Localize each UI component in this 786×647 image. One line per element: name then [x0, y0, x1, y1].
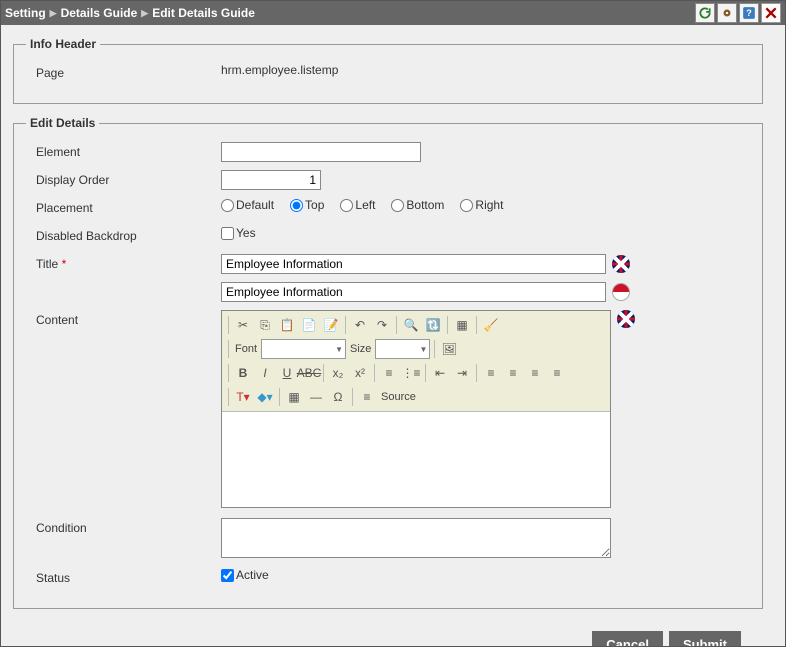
- title-label: Title *: [26, 254, 221, 271]
- condition-textarea[interactable]: [221, 518, 611, 558]
- underline-icon[interactable]: U: [277, 363, 297, 383]
- copy-icon[interactable]: ⎘: [255, 315, 275, 335]
- italic-icon[interactable]: I: [255, 363, 275, 383]
- dialog-window: Setting ▶ Details Guide ▶ Edit Details G…: [0, 0, 786, 647]
- special-char-icon[interactable]: Ω: [328, 387, 348, 407]
- undo-icon[interactable]: ↶: [350, 315, 370, 335]
- image-icon[interactable]: 🖼: [439, 339, 459, 359]
- source-label[interactable]: Source: [379, 391, 418, 403]
- placement-right-radio[interactable]: Right: [460, 198, 503, 212]
- display-order-label: Display Order: [26, 170, 221, 187]
- breadcrumb-item[interactable]: Setting: [5, 6, 46, 20]
- breadcrumb-item: Edit Details Guide: [152, 6, 255, 20]
- source-icon[interactable]: ≡: [357, 387, 377, 407]
- close-button[interactable]: [761, 3, 781, 23]
- submit-button[interactable]: Submit: [669, 631, 741, 646]
- align-justify-icon[interactable]: ≡: [547, 363, 567, 383]
- indent-icon[interactable]: ⇥: [452, 363, 472, 383]
- placement-top-radio[interactable]: Top: [290, 198, 324, 212]
- text-color-icon[interactable]: T▾: [233, 387, 253, 407]
- titlebar: Setting ▶ Details Guide ▶ Edit Details G…: [1, 1, 785, 25]
- placement-label: Placement: [26, 198, 221, 215]
- title-en-input[interactable]: [221, 254, 606, 274]
- table-icon[interactable]: ▦: [284, 387, 304, 407]
- chevron-right-icon: ▶: [50, 8, 57, 19]
- outdent-icon[interactable]: ⇤: [430, 363, 450, 383]
- placement-default-radio[interactable]: Default: [221, 198, 274, 212]
- breadcrumb-item[interactable]: Details Guide: [61, 6, 138, 20]
- refresh-button[interactable]: [695, 3, 715, 23]
- info-header-fieldset: Info Header Page hrm.employee.listemp: [13, 37, 763, 104]
- align-left-icon[interactable]: ≡: [481, 363, 501, 383]
- settings-button[interactable]: [717, 3, 737, 23]
- paste-text-icon[interactable]: 📄: [299, 315, 319, 335]
- breadcrumb: Setting ▶ Details Guide ▶ Edit Details G…: [5, 6, 255, 20]
- indonesia-flag-icon: [612, 283, 630, 301]
- remove-format-icon[interactable]: 🧹: [481, 315, 501, 335]
- select-all-icon[interactable]: ▦: [452, 315, 472, 335]
- paste-icon[interactable]: 📋: [277, 315, 297, 335]
- rich-text-editor: ✂ ⎘ 📋 📄 📝 ↶ ↷ 🔍 🔃: [221, 310, 611, 508]
- footer: Cancel Submit: [13, 621, 763, 646]
- size-label: Size: [348, 343, 373, 355]
- redo-icon[interactable]: ↷: [372, 315, 392, 335]
- uk-flag-icon: [617, 310, 635, 328]
- uk-flag-icon: [612, 255, 630, 273]
- disabled-backdrop-label: Disabled Backdrop: [26, 226, 221, 243]
- paste-word-icon[interactable]: 📝: [321, 315, 341, 335]
- ordered-list-icon[interactable]: ≡: [379, 363, 399, 383]
- font-select[interactable]: ▼: [261, 339, 346, 359]
- content-label: Content: [26, 310, 221, 327]
- find-icon[interactable]: 🔍: [401, 315, 421, 335]
- page-label: Page: [26, 63, 221, 80]
- fieldset-legend: Edit Details: [26, 116, 99, 130]
- unordered-list-icon[interactable]: ⋮≡: [401, 363, 421, 383]
- content-area: Info Header Page hrm.employee.listemp Ed…: [1, 25, 785, 646]
- edit-details-fieldset: Edit Details Element Display Order Place…: [13, 116, 763, 609]
- fieldset-legend: Info Header: [26, 37, 100, 51]
- title-id-input[interactable]: [221, 282, 606, 302]
- editor-toolbar: ✂ ⎘ 📋 📄 📝 ↶ ↷ 🔍 🔃: [222, 311, 610, 412]
- size-select[interactable]: ▼: [375, 339, 430, 359]
- help-button[interactable]: ?: [739, 3, 759, 23]
- align-center-icon[interactable]: ≡: [503, 363, 523, 383]
- element-input[interactable]: [221, 142, 421, 162]
- bold-icon[interactable]: B: [233, 363, 253, 383]
- chevron-right-icon: ▶: [141, 8, 148, 19]
- align-right-icon[interactable]: ≡: [525, 363, 545, 383]
- status-label: Status: [26, 568, 221, 585]
- strike-icon[interactable]: ABC: [299, 363, 319, 383]
- cut-icon[interactable]: ✂: [233, 315, 253, 335]
- placement-left-radio[interactable]: Left: [340, 198, 375, 212]
- display-order-input[interactable]: [221, 170, 321, 190]
- bg-color-icon[interactable]: ◆▾: [255, 387, 275, 407]
- condition-label: Condition: [26, 518, 221, 535]
- status-active-checkbox[interactable]: Active: [221, 568, 269, 582]
- element-label: Element: [26, 142, 221, 159]
- disabled-backdrop-checkbox[interactable]: Yes: [221, 226, 256, 240]
- font-label: Font: [233, 343, 259, 355]
- cancel-button[interactable]: Cancel: [592, 631, 663, 646]
- page-value: hrm.employee.listemp: [221, 63, 750, 77]
- placement-bottom-radio[interactable]: Bottom: [391, 198, 444, 212]
- editor-body[interactable]: [222, 412, 610, 507]
- replace-icon[interactable]: 🔃: [423, 315, 443, 335]
- subscript-icon[interactable]: x₂: [328, 363, 348, 383]
- titlebar-actions: ?: [695, 3, 781, 23]
- hr-icon[interactable]: —: [306, 387, 326, 407]
- superscript-icon[interactable]: x²: [350, 363, 370, 383]
- svg-text:?: ?: [746, 8, 752, 18]
